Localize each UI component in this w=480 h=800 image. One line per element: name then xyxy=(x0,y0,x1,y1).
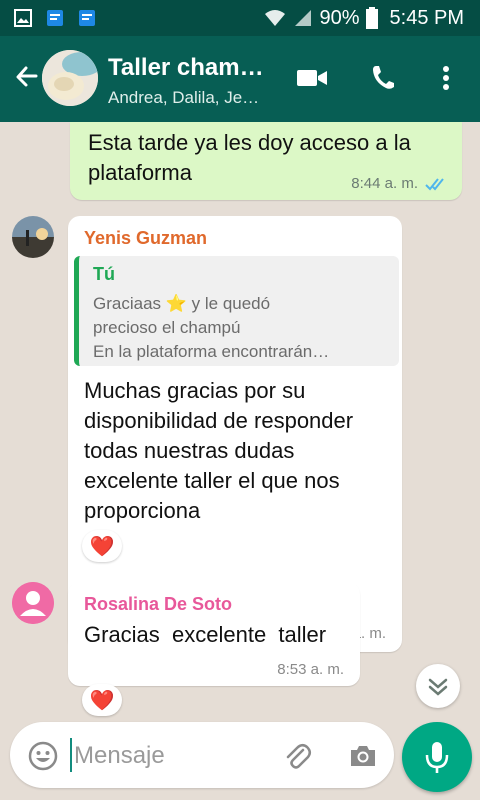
heart-icon: ❤️ xyxy=(89,689,115,712)
reaction-heart[interactable]: ❤️ xyxy=(82,530,122,562)
microphone-icon xyxy=(425,742,449,773)
avatar[interactable] xyxy=(12,582,54,624)
battery-percent: 90% xyxy=(319,6,360,29)
wifi-icon xyxy=(265,10,286,26)
chat-participants[interactable]: Andrea, Dalila, Je… xyxy=(108,88,259,108)
quote-author: Tú xyxy=(93,264,115,284)
clock: 5:45 PM xyxy=(389,6,464,29)
outgoing-message[interactable]: Esta tarde ya les doy acceso a la plataf… xyxy=(70,122,462,200)
message-composer xyxy=(10,722,394,788)
message-notification-icon xyxy=(79,10,95,26)
video-call-icon[interactable] xyxy=(296,62,328,94)
message-time: 8:53 a. m. xyxy=(277,661,344,678)
emoji-icon[interactable] xyxy=(28,741,58,771)
chat-title[interactable]: Taller cham… xyxy=(108,54,264,82)
message-text: Muchas gracias por su disponibilidad de … xyxy=(84,378,354,523)
incoming-message[interactable]: Rosalina De Soto Gracias excelente talle… xyxy=(68,582,360,686)
sender-name: Yenis Guzman xyxy=(84,228,208,248)
heart-icon: ❤️ xyxy=(89,535,115,558)
quoted-message[interactable]: Tú Graciaas ⭐ y le quedó precioso el cha… xyxy=(74,256,399,366)
group-avatar[interactable] xyxy=(42,50,98,106)
chat-area[interactable]: Esta tarde ya les doy acceso a la plataf… xyxy=(0,122,480,800)
reaction-heart[interactable]: ❤️ xyxy=(82,684,122,716)
gallery-notification-icon xyxy=(14,9,32,27)
scroll-to-bottom-button[interactable] xyxy=(416,664,460,708)
double-chevron-down-icon xyxy=(428,678,448,696)
message-text: Gracias excelente taller xyxy=(84,622,327,647)
read-receipt-icon xyxy=(425,178,444,191)
message-notification-icon xyxy=(47,10,63,26)
voice-call-icon[interactable] xyxy=(368,62,400,94)
camera-icon[interactable] xyxy=(348,741,378,771)
voice-message-button[interactable] xyxy=(402,722,472,792)
avatar[interactable] xyxy=(12,216,54,258)
quote-text: precioso el champú xyxy=(93,318,241,337)
battery-icon xyxy=(365,7,378,29)
attach-icon[interactable] xyxy=(282,741,312,771)
quote-text: Graciaas ⭐ y le quedó xyxy=(93,294,271,313)
message-input[interactable] xyxy=(72,737,266,775)
chat-header: Taller cham… Andrea, Dalila, Je… xyxy=(0,36,480,122)
more-options-icon[interactable] xyxy=(430,62,462,94)
status-bar: 90% 5:45 PM xyxy=(0,0,480,36)
back-arrow-icon[interactable] xyxy=(12,63,40,91)
message-time: 8:44 a. m. xyxy=(351,175,418,192)
sender-name: Rosalina De Soto xyxy=(84,594,233,614)
quote-text: En la plataforma encontrarán… xyxy=(93,342,330,361)
signal-icon xyxy=(295,10,312,26)
